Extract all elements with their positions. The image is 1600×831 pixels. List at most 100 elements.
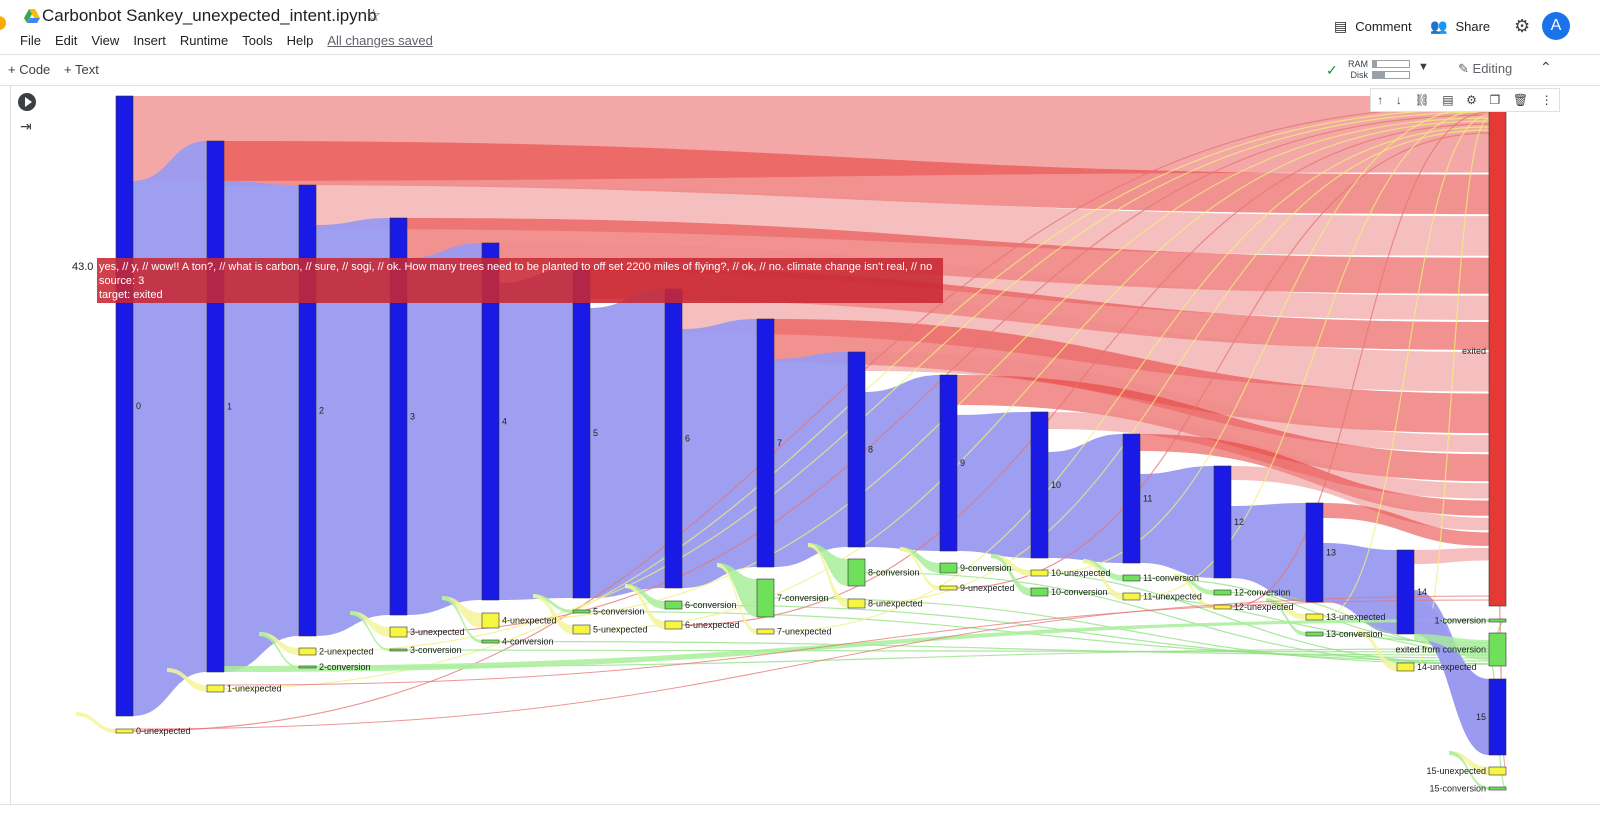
line-3-conversion[interactable] — [406, 649, 1490, 653]
link-7-next[interactable] — [774, 352, 848, 567]
node-label-12-conversion: 12-conversion — [1234, 588, 1291, 598]
node-label-8-unexpected: 8-unexpected — [868, 599, 923, 609]
node-label-5-unexpected: 5-unexpected — [593, 625, 648, 635]
node-label-15-unexpected: 15-unexpected — [1426, 766, 1486, 776]
node-label-12: 12 — [1234, 517, 1244, 527]
node-7-unexpected[interactable] — [756, 628, 775, 635]
node-label-2: 2 — [319, 406, 324, 416]
status-bar — [0, 804, 1600, 831]
more-icon[interactable]: ⋮ — [1541, 93, 1553, 107]
link-4-next[interactable] — [499, 268, 573, 600]
tooltip-value: 43.0 — [72, 261, 94, 273]
node-5[interactable] — [572, 267, 591, 599]
tooltip-target: target: exited — [99, 289, 163, 301]
node-15-unexpected[interactable] — [1488, 766, 1507, 776]
node-6-unexpected[interactable] — [664, 620, 683, 630]
node-2-conversion[interactable] — [298, 665, 317, 669]
settings-icon[interactable]: ⚙ — [1466, 93, 1477, 107]
node-14[interactable] — [1396, 549, 1415, 635]
link-11-next[interactable] — [1140, 466, 1214, 578]
node-label-3: 3 — [410, 412, 415, 422]
node-9-unexpected[interactable] — [939, 585, 958, 591]
node-7-conversion[interactable] — [756, 578, 775, 618]
node-1[interactable] — [206, 140, 225, 673]
hover-tooltip: yes, // y, // wow!! A ton?, // what is c… — [97, 258, 943, 303]
node-4-conversion[interactable] — [481, 639, 500, 644]
node-label-13-unexpected: 13-unexpected — [1326, 612, 1386, 622]
node-label-8-conversion: 8-conversion — [868, 568, 920, 578]
node-12-unexpected[interactable] — [1213, 604, 1232, 610]
sankey-chart[interactable]: 0 1 23 456 789101112131415exitedexited from … — [0, 0, 1600, 830]
node-14-unexpected[interactable] — [1396, 662, 1415, 672]
node-8-conversion[interactable] — [847, 558, 866, 587]
node-4-unexpected[interactable] — [481, 612, 500, 629]
line-4-conversion[interactable] — [498, 640, 1490, 656]
link-9-next[interactable] — [957, 412, 1031, 558]
node-label-5-conversion: 5-conversion — [593, 607, 645, 617]
node-8-unexpected[interactable] — [847, 598, 866, 609]
node-0-unexpected[interactable] — [115, 728, 134, 734]
node-2-unexpected[interactable] — [298, 647, 317, 656]
node-label-0: 0 — [136, 401, 141, 411]
node-7[interactable] — [756, 318, 775, 568]
node-12-conversion[interactable] — [1213, 589, 1232, 596]
tooltip-source: source: 3 — [99, 275, 145, 287]
comment-cell-icon[interactable]: ▤ — [1442, 93, 1453, 107]
node-6[interactable] — [664, 288, 683, 589]
link-icon[interactable]: ⛓ — [1414, 93, 1429, 107]
node-label-10-unexpected: 10-unexpected — [1051, 568, 1111, 578]
node-exited[interactable] — [1488, 95, 1507, 607]
cell-toolbar: ↑ ↓ ⛓ ▤ ⚙ ❐ 🗑 ⋮ — [1370, 88, 1560, 112]
node-label-1: 1 — [227, 402, 232, 412]
node-13[interactable] — [1305, 502, 1324, 603]
node-12[interactable] — [1213, 465, 1232, 579]
node-label-7-unexpected: 7-unexpected — [777, 627, 832, 637]
node-6-conversion[interactable] — [664, 600, 683, 610]
node-3-unexpected[interactable] — [389, 626, 408, 638]
node-3-conversion[interactable] — [389, 648, 408, 652]
node-exited-from-conversion[interactable] — [1488, 632, 1507, 667]
node-11-unexpected[interactable] — [1122, 592, 1141, 601]
node-label-5: 5 — [593, 428, 598, 438]
node-0[interactable] — [115, 95, 134, 717]
node-label-15-conversion: 15-conversion — [1429, 784, 1486, 794]
link-0-unexpected[interactable] — [76, 712, 116, 733]
node-label-exited: exited — [1462, 346, 1486, 356]
link-8-next[interactable] — [865, 375, 940, 551]
node-15[interactable] — [1488, 678, 1507, 756]
node-5-conversion[interactable] — [572, 609, 591, 614]
trash-icon[interactable]: 🗑 — [1513, 93, 1528, 107]
node-11-conversion[interactable] — [1122, 574, 1141, 582]
link-14-exited[interactable] — [1414, 547, 1489, 564]
node-9-conversion[interactable] — [939, 562, 958, 574]
link-0-next[interactable] — [133, 141, 207, 716]
node-1-conversion[interactable] — [1488, 618, 1507, 623]
node-label-11-conversion: 11-conversion — [1143, 573, 1199, 583]
node-10-unexpected[interactable] — [1030, 569, 1049, 577]
node-8[interactable] — [847, 351, 866, 548]
node-label-14: 14 — [1417, 587, 1427, 597]
link-1-next[interactable] — [224, 181, 299, 672]
node-label-13-conversion: 13-conversion — [1326, 629, 1383, 639]
node-1-unexpected[interactable] — [206, 684, 225, 693]
node-13-unexpected[interactable] — [1305, 613, 1324, 621]
move-up-icon[interactable]: ↑ — [1377, 93, 1383, 107]
node-13-conversion[interactable] — [1305, 631, 1324, 637]
node-label-2-unexpected: 2-unexpected — [319, 647, 374, 657]
node-9[interactable] — [939, 374, 958, 552]
node-label-4-unexpected: 4-unexpected — [502, 616, 557, 626]
link-5-next[interactable] — [590, 289, 665, 598]
node-label-10-conversion: 10-conversion — [1051, 587, 1108, 597]
mirror-icon[interactable]: ❐ — [1490, 93, 1501, 107]
node-15-conversion[interactable] — [1488, 786, 1507, 791]
node-label-12-unexpected: 12-unexpected — [1234, 602, 1294, 612]
node-5-unexpected[interactable] — [572, 624, 591, 635]
node-label-6-conversion: 6-conversion — [685, 600, 737, 610]
node-label-11-unexpected: 11-unexpected — [1143, 592, 1202, 602]
node-10-conversion[interactable] — [1030, 587, 1049, 597]
node-10[interactable] — [1030, 411, 1049, 559]
move-down-icon[interactable]: ↓ — [1396, 93, 1402, 107]
link-6-next[interactable] — [682, 319, 757, 588]
node-11[interactable] — [1122, 433, 1141, 564]
node-2[interactable] — [298, 184, 317, 637]
